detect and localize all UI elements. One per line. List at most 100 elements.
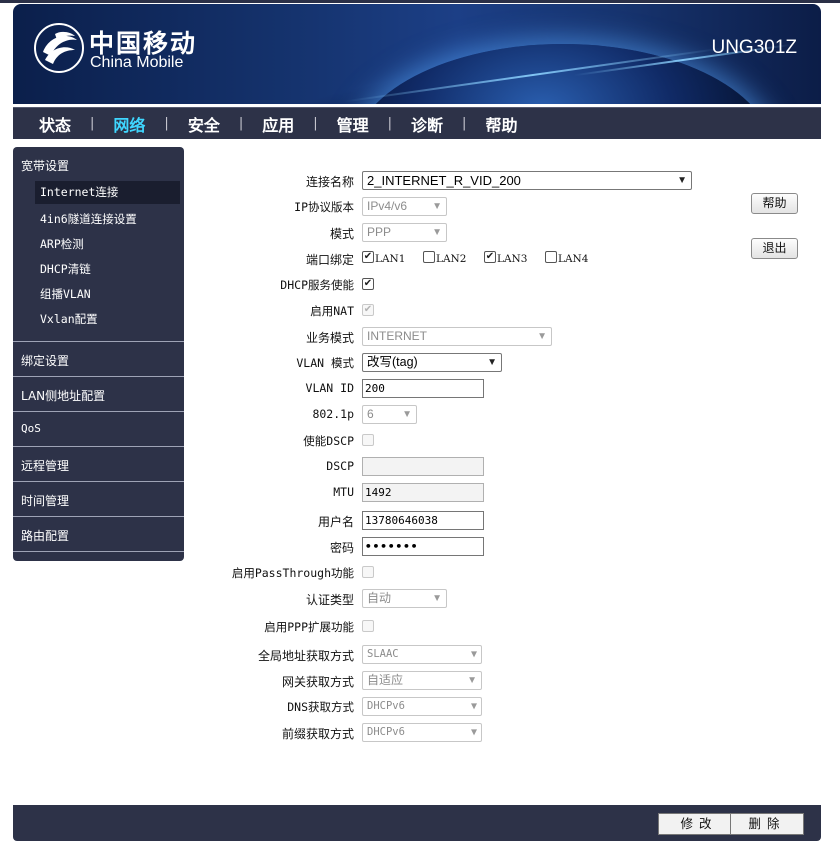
sidebar-item-dhcp-clear[interactable]: DHCP清链 [40,261,91,277]
device-model: UNG301Z [711,37,797,58]
nav-diagnosis[interactable]: 诊断 [411,112,443,136]
sidebar-group-lan[interactable]: LAN侧地址配置 [21,387,105,404]
logout-button[interactable]: 退出 [751,238,798,259]
nav-separator: | [387,116,393,131]
username-input[interactable]: 13780646038 [362,511,484,530]
chevron-down-icon: ▼ [677,175,687,186]
dscp-input[interactable] [362,457,484,476]
vlan-mode-select[interactable]: 改写(tag) ▼ [362,353,502,372]
sidebar-group-route[interactable]: 路由配置 [21,527,69,544]
global-addr-select[interactable]: SLAAC ▼ [362,645,482,664]
chevron-down-icon: ▼ [537,331,547,342]
lan3-checkbox[interactable]: ✔ [484,251,496,263]
lan1-label: LAN1 [375,253,406,265]
lan3-label: LAN3 [497,253,528,265]
sidebar-divider [13,551,184,552]
sidebar-group-qos[interactable]: QoS [21,422,41,435]
passthrough-label: 启用PassThrough功能 [231,566,354,580]
chevron-down-icon: ▼ [470,649,477,660]
sidebar-group-remote[interactable]: 远程管理 [21,457,69,474]
ip-protocol-select[interactable]: IPv4/v6 ▼ [362,197,447,216]
nav-help[interactable]: 帮助 [485,112,517,136]
nav-management[interactable]: 管理 [337,112,369,136]
nat-checkbox[interactable]: ✔ [362,304,374,316]
chevron-down-icon: ▼ [470,701,477,712]
chevron-down-icon: ▼ [432,227,442,238]
mtu-input[interactable]: 1492 [362,483,484,502]
mtu-label: MTU [333,485,354,499]
lan4-checkbox[interactable] [545,251,557,263]
conn-name-label: 连接名称 [305,175,354,189]
help-button[interactable]: 帮助 [751,193,798,214]
sidebar-divider [13,516,184,517]
sidebar-divider [13,376,184,377]
check-icon: ✔ [485,251,495,262]
sidebar-item-multicast-vlan[interactable]: 组播VLAN [40,286,91,302]
sidebar: 宽带设置 Internet连接 4in6隧道连接设置 ARP检测 DHCP清链 … [13,147,184,561]
auth-type-label: 认证类型 [305,593,354,607]
chevron-down-icon: ▼ [467,675,477,686]
sidebar-group-time[interactable]: 时间管理 [21,492,69,509]
p8021-select[interactable]: 6 ▼ [362,405,417,424]
nav-security[interactable]: 安全 [188,112,220,136]
port-bind-label: 端口绑定 [305,253,354,267]
password-label: 密码 [329,541,354,555]
top-border [0,0,840,3]
footer-bar: 修改 删除 [13,805,821,841]
sidebar-divider [13,446,184,447]
chevron-down-icon: ▼ [432,593,442,604]
sidebar-item-4in6[interactable]: 4in6隧道连接设置 [40,211,137,227]
check-icon: ✔ [363,278,373,289]
auth-type-select[interactable]: 自动 ▼ [362,589,447,608]
lan2-checkbox[interactable] [423,251,435,263]
nav-status[interactable]: 状态 [39,112,71,136]
gateway-select[interactable]: 自适应 ▼ [362,671,482,690]
lan2-label: LAN2 [436,253,467,265]
sidebar-group-broadband[interactable]: 宽带设置 [21,157,69,174]
mode-select[interactable]: PPP ▼ [362,223,447,242]
gateway-label: 网关获取方式 [281,675,354,689]
main-nav: 状态 | 网络 | 安全 | 应用 | 管理 | 诊断 | 帮助 [13,107,821,139]
chevron-down-icon: ▼ [432,201,442,212]
sidebar-item-arp[interactable]: ARP检测 [40,236,84,252]
ip-protocol-label: IP协议版本 [294,200,354,214]
nav-separator: | [238,116,244,131]
password-input[interactable]: ••••••• [362,537,484,556]
vlan-mode-label: VLAN 模式 [296,356,354,370]
dhcp-label: DHCP服务使能 [280,278,354,292]
vlan-id-input[interactable]: 200 [362,379,484,398]
dscp-label: DSCP [326,459,354,473]
sidebar-item-vxlan[interactable]: Vxlan配置 [40,311,98,327]
nav-network[interactable]: 网络 [113,112,145,136]
nat-label: 启用NAT [310,304,354,318]
service-mode-select[interactable]: INTERNET ▼ [362,327,552,346]
chevron-down-icon: ▼ [402,409,412,420]
ppp-ext-checkbox[interactable] [362,620,374,632]
dns-select[interactable]: DHCPv6 ▼ [362,697,482,716]
nav-application[interactable]: 应用 [262,112,294,136]
delete-button[interactable]: 删除 [730,813,804,835]
sidebar-divider [13,481,184,482]
vlan-id-label: VLAN ID [305,381,354,395]
lan1-checkbox[interactable]: ✔ [362,251,374,263]
nav-separator: | [90,116,95,131]
sidebar-group-binding[interactable]: 绑定设置 [21,352,69,369]
nav-separator: | [313,116,318,131]
header-banner: 中国移动 China Mobile UNG301Z [13,4,821,104]
brand-name-en: China Mobile [90,54,184,71]
service-mode-label: 业务模式 [305,331,354,345]
prefix-select[interactable]: DHCPv6 ▼ [362,723,482,742]
chevron-down-icon: ▼ [487,357,497,368]
dhcp-checkbox[interactable]: ✔ [362,278,374,290]
p8021-label: 802.1p [312,407,354,421]
dscp-enable-checkbox[interactable] [362,434,374,446]
modify-button[interactable]: 修改 [658,813,740,835]
dns-label: DNS获取方式 [287,700,354,714]
nav-separator: | [164,116,169,131]
chevron-down-icon: ▼ [470,727,477,738]
conn-name-select[interactable]: 2_INTERNET_R_VID_200 ▼ [362,171,692,190]
nav-separator: | [462,116,467,131]
mode-label: 模式 [329,227,354,241]
passthrough-checkbox[interactable] [362,566,374,578]
sidebar-item-internet[interactable]: Internet连接 [35,181,180,204]
